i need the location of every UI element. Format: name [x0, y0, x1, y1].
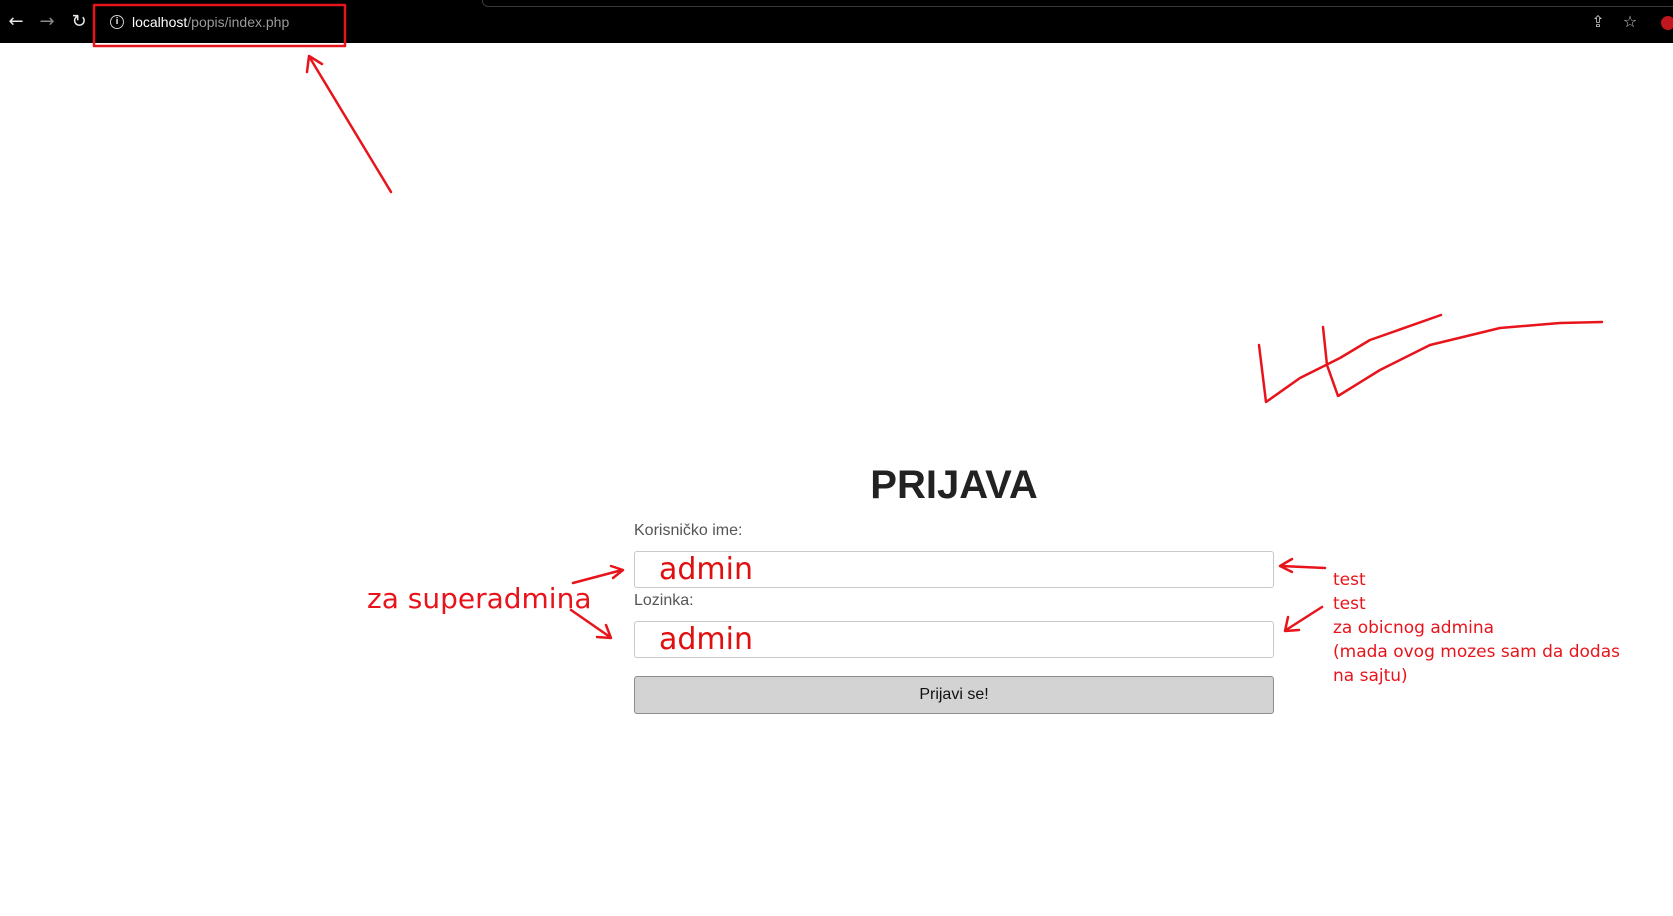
note-line: na sajtu)	[1333, 666, 1408, 686]
note-arrow-username	[1279, 564, 1327, 570]
scribble-stroke-2	[1321, 320, 1604, 398]
note-line: test	[1333, 594, 1366, 614]
superadmin-annotation: za superadmina	[367, 582, 592, 615]
note-line: test	[1333, 570, 1366, 590]
annotation-overlay	[92, 3, 1604, 640]
admin-note-annotation: test test za obicnog admina (mada ovog m…	[1333, 568, 1620, 688]
url-arrow	[308, 56, 393, 194]
url-highlight-box	[92, 3, 347, 48]
note-arrow-password	[1284, 605, 1324, 632]
note-line: (mada ovog mozes sam da dodas	[1333, 642, 1620, 662]
note-line: za obicnog admina	[1333, 618, 1495, 638]
